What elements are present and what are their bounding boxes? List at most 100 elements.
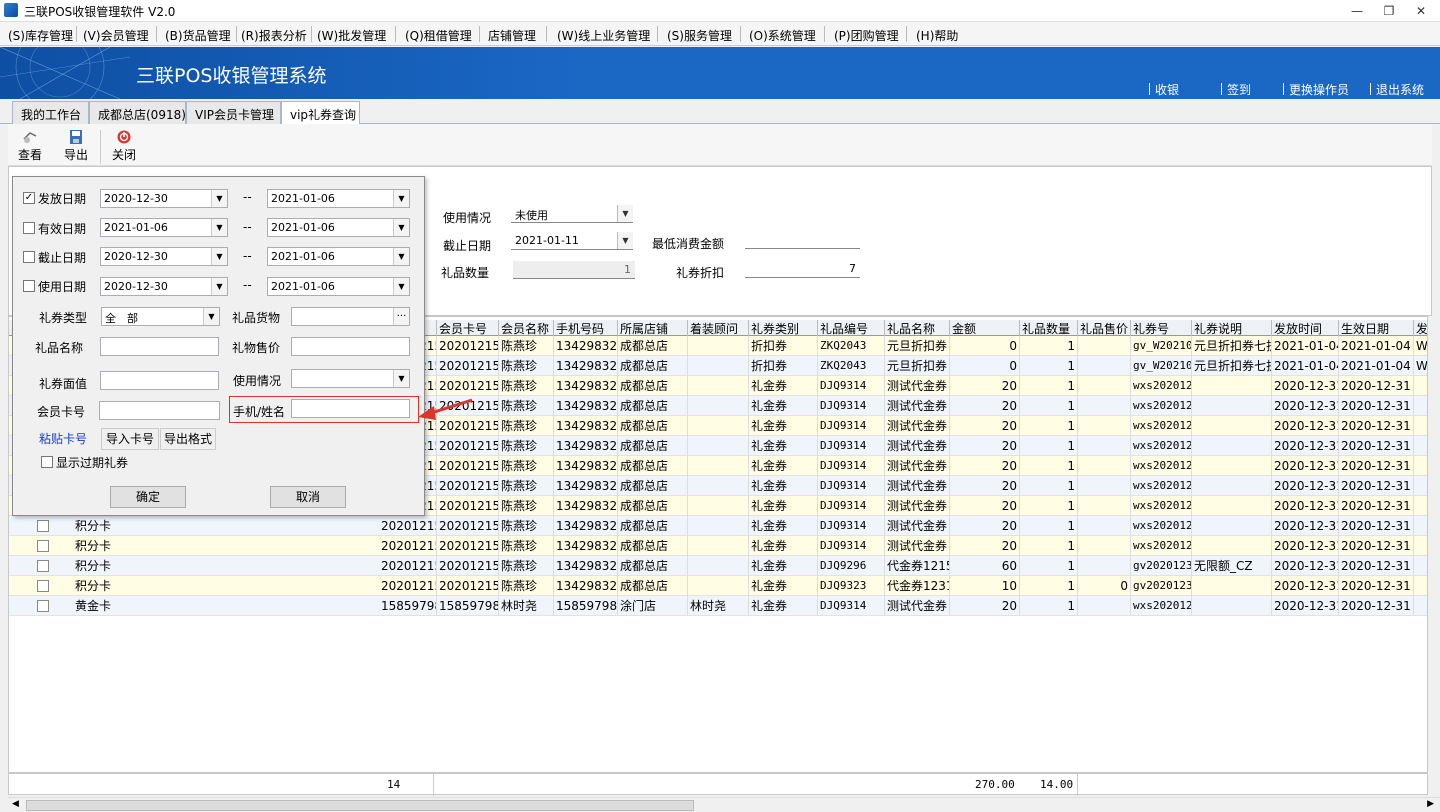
view-button[interactable]: 查看 [12, 130, 48, 163]
table-row[interactable]: 黄金卡1585979842115859798421林时尧15859798421涂… [9, 596, 1427, 616]
cancel-button[interactable]: 取消 [270, 486, 346, 508]
column-header[interactable]: 手机号码 [554, 320, 618, 336]
menu-store[interactable]: 店铺管理 [488, 27, 536, 44]
column-header[interactable]: 礼券类别 [749, 320, 818, 336]
column-header[interactable]: 会员名称 [499, 320, 554, 336]
cell-issue: 2020-12-31 [1272, 436, 1339, 456]
minimize-icon[interactable]: — [1342, 2, 1372, 20]
tab-chengdu-store[interactable]: 成都总店(0918) [89, 101, 186, 124]
scroll-right-icon[interactable]: ▶ [1427, 799, 1434, 809]
restore-icon[interactable]: ❐ [1374, 2, 1404, 20]
close-window-icon[interactable]: ✕ [1406, 2, 1436, 20]
min-spend-input[interactable] [745, 231, 860, 249]
exit-system-link[interactable]: 退出系统 [1369, 81, 1424, 98]
menu-wholesale[interactable]: (W)批发管理 [317, 27, 386, 44]
column-header[interactable]: 礼品编号 [818, 320, 885, 336]
discount-input[interactable]: 7 [745, 260, 860, 278]
column-header[interactable]: 礼品名称 [885, 320, 950, 336]
end-date-checkbox[interactable] [23, 251, 35, 263]
show-expired-checkbox[interactable] [41, 456, 53, 468]
column-header[interactable]: 生效日期 [1339, 320, 1414, 336]
column-header[interactable]: 所属店铺 [618, 320, 688, 336]
row-checkbox[interactable] [37, 520, 49, 532]
gift-price-input[interactable] [291, 337, 410, 356]
cell-eff: 2021-01-04 [1339, 336, 1414, 356]
gift-qty-input[interactable]: 1 [513, 261, 635, 279]
table-row[interactable]: 积分卡 20201215052020121500陈燕珍13429832977成都总… [9, 536, 1427, 556]
import-card-button[interactable]: 导入卡号 [101, 428, 159, 450]
cell-shop: 成都总店 [618, 436, 688, 456]
menu-online[interactable]: (W)线上业务管理 [557, 27, 650, 44]
scroll-left-icon[interactable]: ◀ [12, 799, 19, 809]
export-format-button[interactable]: 导出格式 [160, 428, 216, 450]
expiry-date-picker[interactable]: 2021-01-11 ▼ [511, 232, 633, 250]
column-header[interactable]: 金额 [950, 320, 1020, 336]
cell-gname: 测试代金券 [885, 536, 950, 556]
column-header[interactable]: 着装顾问 [688, 320, 749, 336]
row-checkbox[interactable] [37, 560, 49, 572]
cell-qty: 1 [1020, 336, 1078, 356]
voucher-type-select[interactable]: 全 部 ▼ [101, 307, 220, 326]
cell-cat: 礼金券 [749, 556, 818, 576]
gift-name-input[interactable] [100, 337, 219, 356]
column-header[interactable]: 礼品售价 [1078, 320, 1131, 336]
table-row[interactable]: 积分卡 20201215052020121500陈燕珍13429832977成都总… [9, 576, 1427, 596]
cell-card: 2020121500 [437, 516, 499, 536]
menu-service[interactable]: (S)服务管理 [667, 27, 732, 44]
row-checkbox[interactable] [37, 600, 49, 612]
menu-reports[interactable]: (R)报表分析 [241, 27, 307, 44]
usage-dialog-select[interactable]: ▼ [291, 369, 410, 388]
row-checkbox[interactable] [37, 580, 49, 592]
menu-groupbuy[interactable]: (P)团购管理 [834, 27, 899, 44]
confirm-button[interactable]: 确定 [110, 486, 186, 508]
end-date-to[interactable]: 2021-01-06 ▼ [267, 247, 410, 266]
cashier-link[interactable]: 收银 [1148, 81, 1179, 98]
use-date-checkbox[interactable] [23, 280, 35, 292]
tab-vip-card[interactable]: VIP会员卡管理 [186, 101, 281, 124]
column-header[interactable]: 礼品数量 [1020, 320, 1078, 336]
valid-date-from[interactable]: 2021-01-06 ▼ [100, 218, 228, 237]
menu-help[interactable]: (H)帮助 [916, 27, 958, 44]
table-row[interactable]: 积分卡 20201215052020121500陈燕珍13429832977成都总… [9, 556, 1427, 576]
end-date-from[interactable]: 2020-12-30 ▼ [100, 247, 228, 266]
close-tab-button[interactable]: 关闭 [106, 130, 142, 163]
gift-goods-input[interactable]: ··· [291, 307, 410, 326]
card-no-input[interactable] [99, 401, 220, 420]
cell-phone: 13429832977 [554, 476, 618, 496]
browse-button[interactable]: ··· [393, 308, 409, 325]
tab-vip-voucher-query[interactable]: vip礼券查询 [281, 101, 360, 125]
column-header[interactable]: 礼券说明 [1192, 320, 1272, 336]
scroll-thumb[interactable] [26, 800, 694, 811]
cell-desc [1192, 416, 1272, 436]
use-date-from[interactable]: 2020-12-30 ▼ [100, 277, 228, 296]
menu-member[interactable]: (V)会员管理 [83, 27, 149, 44]
usage-select[interactable]: 未使用 ▼ [511, 205, 633, 223]
issue-date-to[interactable]: 2021-01-06 ▼ [267, 189, 410, 208]
row-checkbox[interactable] [37, 540, 49, 552]
cell-card: 2020121500 [437, 556, 499, 576]
cell-name: 陈燕珍 [499, 536, 554, 556]
valid-date-checkbox[interactable] [23, 222, 35, 234]
column-header[interactable]: 发 [1414, 320, 1427, 336]
cell-vno: wxs2020123 [1131, 456, 1192, 476]
signin-link[interactable]: 签到 [1220, 81, 1251, 98]
use-date-to[interactable]: 2021-01-06 ▼ [267, 277, 410, 296]
issue-date-checkbox[interactable]: ✓ [23, 192, 35, 204]
horizontal-scrollbar[interactable]: ◀ ▶ [8, 797, 1440, 812]
paste-card-link[interactable]: 粘贴卡号 [39, 430, 87, 447]
tab-workbench[interactable]: 我的工作台 [12, 101, 89, 124]
export-button[interactable]: 导出 [58, 130, 94, 163]
menu-rental[interactable]: (Q)租借管理 [405, 27, 472, 44]
issue-date-from[interactable]: 2020-12-30 ▼ [100, 189, 228, 208]
menu-system[interactable]: (O)系统管理 [749, 27, 816, 44]
column-header[interactable]: 会员卡号 [437, 320, 499, 336]
table-row[interactable]: 积分卡 20201215052020121500陈燕珍13429832977成都总… [9, 516, 1427, 536]
column-header[interactable]: 发放时间 [1272, 320, 1339, 336]
switch-operator-link[interactable]: 更换操作员 [1282, 81, 1349, 98]
menu-goods[interactable]: (B)货品管理 [165, 27, 231, 44]
column-header[interactable]: 礼券号 [1131, 320, 1192, 336]
menu-inventory[interactable]: (S)库存管理 [8, 27, 73, 44]
cell-name: 陈燕珍 [499, 496, 554, 516]
valid-date-to[interactable]: 2021-01-06 ▼ [267, 218, 410, 237]
face-value-input[interactable] [100, 371, 219, 390]
